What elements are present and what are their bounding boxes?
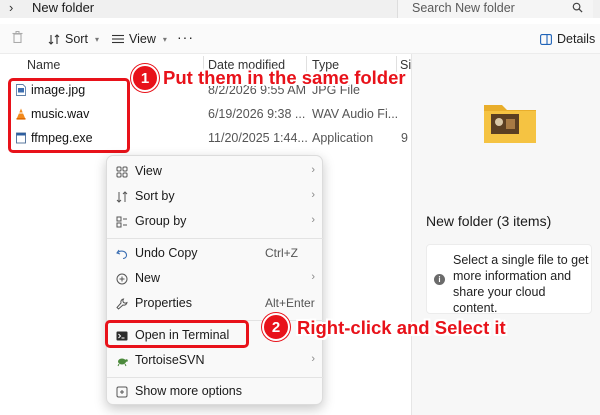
- sort-label: Sort: [65, 32, 88, 46]
- chevron-down-icon: ▾: [162, 34, 167, 44]
- file-date: 6/19/2026 9:38 ...: [208, 107, 306, 121]
- menu-item-undo-copy[interactable]: Undo Copy Ctrl+Z: [107, 243, 324, 265]
- menu-separator: [107, 377, 324, 378]
- menu-label: Group by: [135, 214, 187, 228]
- grid-icon: [116, 166, 128, 178]
- details-info-message: Select a single file to get more informa…: [453, 253, 589, 315]
- menu-item-group-by[interactable]: Group by ›: [107, 211, 324, 233]
- menu-label: View: [135, 164, 162, 178]
- file-type: Application: [312, 131, 374, 145]
- details-pane-title: New folder (3 items): [426, 213, 552, 229]
- details-info-card: i Select a single file to get more infor…: [426, 244, 592, 315]
- search-icon: [572, 2, 583, 13]
- details-pane-icon: [540, 33, 552, 45]
- wrench-icon: [116, 298, 128, 310]
- menu-label: Sort by: [135, 189, 175, 203]
- menu-label: TortoiseSVN: [135, 353, 205, 367]
- chevron-down-icon: ▾: [94, 34, 99, 44]
- search-placeholder: Search New folder: [412, 1, 515, 15]
- context-menu: View › Sort by › Group by › Undo Copy Ct…: [106, 155, 324, 405]
- tortoise-icon: [116, 355, 128, 367]
- menu-item-sort-by[interactable]: Sort by ›: [107, 186, 324, 208]
- step-2-badge: 2: [262, 313, 290, 341]
- menu-label: Properties: [135, 296, 192, 310]
- plus-circle-icon: [116, 273, 128, 285]
- menu-item-new[interactable]: New ›: [107, 268, 324, 290]
- chevron-right-icon: ›: [311, 271, 315, 283]
- details-label: Details: [557, 32, 596, 46]
- sort-icon: [48, 33, 60, 45]
- menu-item-show-more-options[interactable]: Show more options: [107, 381, 324, 403]
- terminal-highlight-box: [105, 320, 249, 348]
- step-1-badge: 1: [131, 64, 159, 92]
- chevron-right-icon: ›: [311, 189, 315, 201]
- menu-separator: [107, 238, 324, 239]
- menu-item-view[interactable]: View ›: [107, 161, 324, 183]
- chevron-right-icon: ›: [311, 164, 315, 176]
- chevron-right-icon: ›: [311, 353, 315, 365]
- more-options-button[interactable]: ···: [177, 29, 194, 45]
- chevron-right-icon: ›: [311, 214, 315, 226]
- command-bar: Sort ▾ View ▾ ··· Details: [0, 24, 600, 54]
- show-more-icon: [116, 386, 128, 398]
- details-pane-button[interactable]: Details: [540, 32, 595, 46]
- step-2-caption: Right-click and Select it: [297, 317, 506, 338]
- file-size: 9: [401, 131, 408, 145]
- sort-icon: [116, 191, 128, 203]
- file-date: 11/20/2025 1:44...: [208, 131, 308, 145]
- breadcrumb-current-folder[interactable]: New folder: [32, 0, 94, 16]
- search-input[interactable]: Search New folder: [397, 0, 593, 18]
- step-1-caption: Put them in the same folder: [163, 67, 406, 88]
- sort-button[interactable]: Sort ▾: [48, 32, 99, 46]
- menu-item-tortoisesvn[interactable]: TortoiseSVN ›: [107, 350, 324, 372]
- view-button[interactable]: View ▾: [112, 32, 167, 46]
- column-header-name[interactable]: Name: [27, 58, 60, 76]
- shortcut-label: Alt+Enter: [265, 296, 315, 310]
- menu-item-properties[interactable]: Properties Alt+Enter: [107, 293, 324, 315]
- menu-label: New: [135, 271, 161, 285]
- breadcrumb-chevron-icon[interactable]: ›: [9, 0, 13, 16]
- file-type: WAV Audio Fi...: [312, 107, 399, 121]
- group-icon: [116, 216, 128, 228]
- folder-icon: [484, 105, 536, 143]
- menu-label: Show more options: [135, 384, 243, 398]
- files-highlight-box: [8, 78, 130, 153]
- view-label: View: [129, 32, 156, 46]
- menu-label: Undo Copy: [135, 246, 198, 260]
- info-icon: i: [434, 274, 445, 285]
- undo-icon: [116, 248, 128, 260]
- delete-icon[interactable]: [12, 31, 23, 43]
- view-icon: [112, 34, 124, 44]
- shortcut-label: Ctrl+Z: [265, 246, 298, 260]
